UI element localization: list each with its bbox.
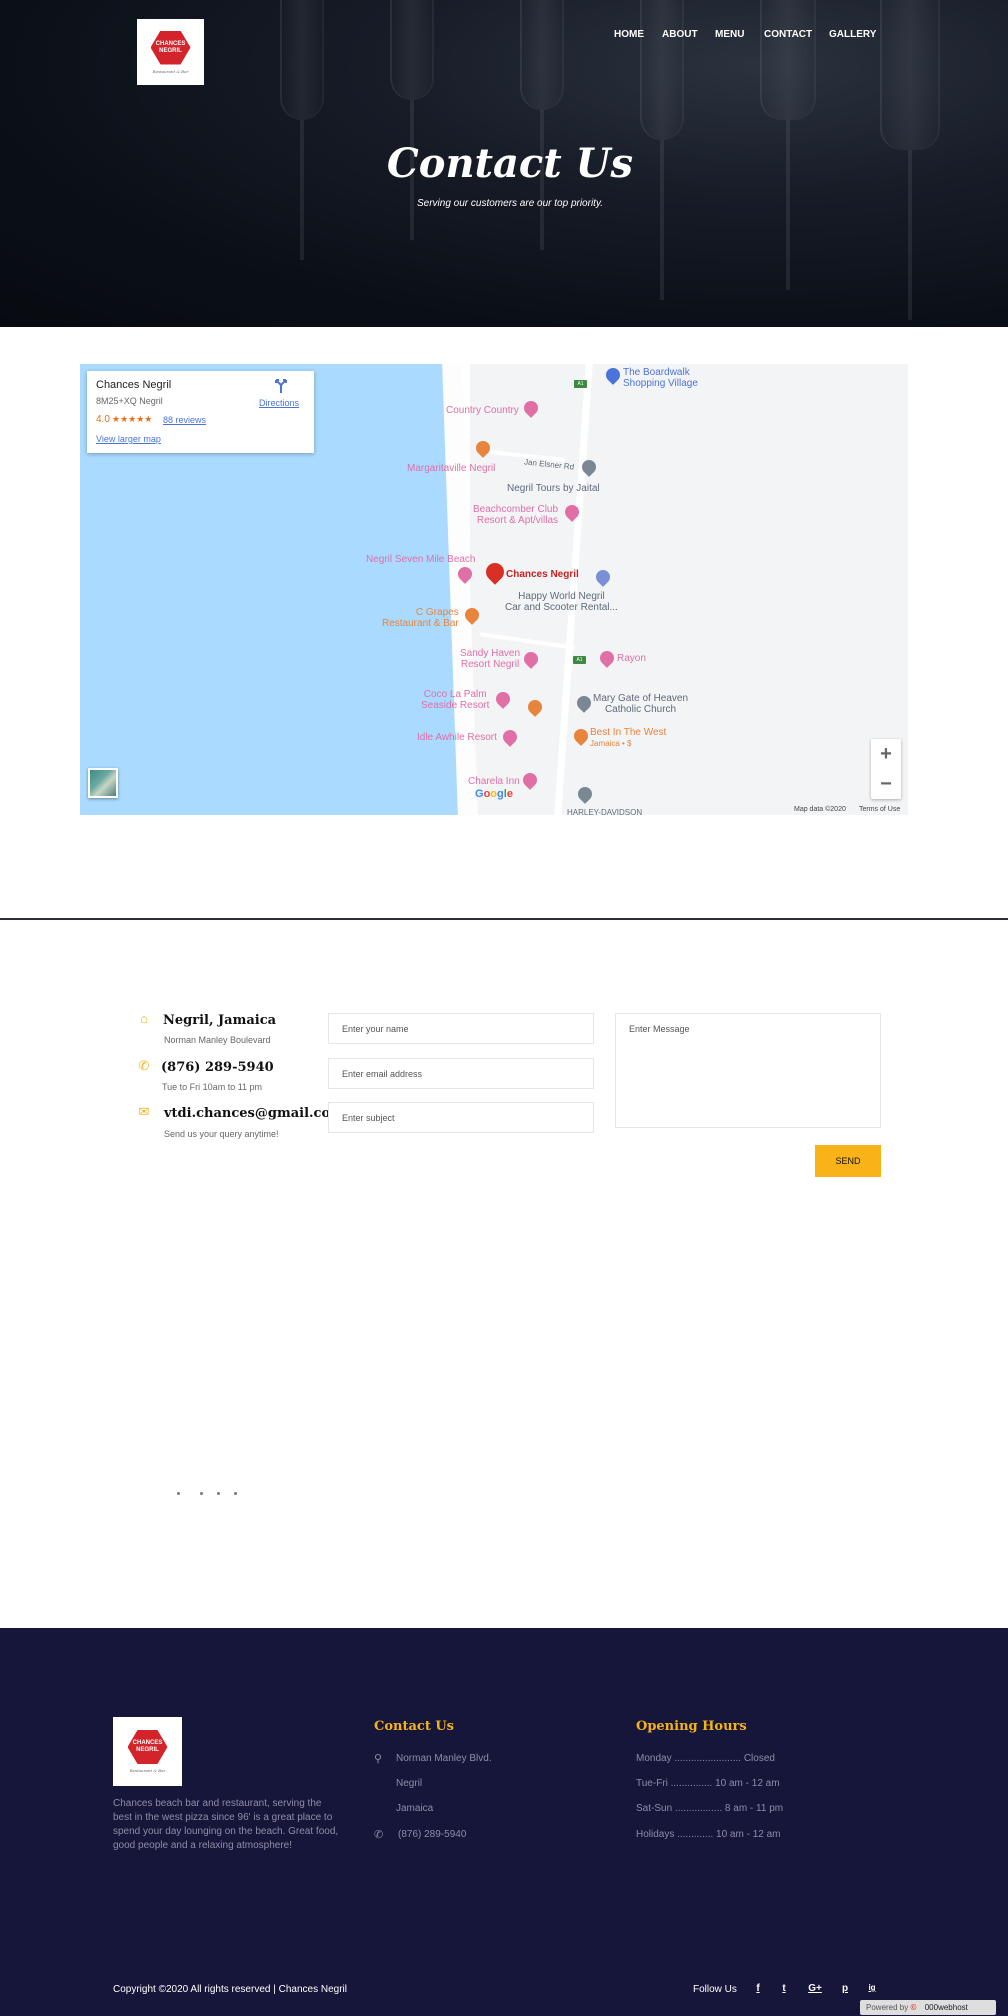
logo-tagline: Restaurant & Bar [129, 1768, 166, 1773]
pinterest-icon[interactable]: p [838, 1983, 852, 1994]
subject-input[interactable]: Enter subject [328, 1102, 594, 1133]
hours-row: Tue-Fri ............... 10 am - 12 am [636, 1778, 780, 1789]
map-label[interactable]: Coco La Palm Seaside Resort [421, 689, 489, 711]
map-label[interactable]: Beachcomber Club Resort & Apt/villas [473, 504, 558, 526]
contact-phone-sub: Tue to Fri 10am to 11 pm [162, 1082, 263, 1092]
host-name: 000webhost [924, 2003, 968, 2012]
powered-by-label: Powered by [866, 2003, 909, 2012]
contact-location-title: Negril, Jamaica [163, 1013, 277, 1028]
footer-phone: (876) 289-5940 [398, 1829, 467, 1840]
google-logo: Google [475, 788, 513, 800]
view-larger-map-link[interactable]: View larger map [96, 434, 161, 444]
terms-link[interactable]: Terms of Use [859, 806, 900, 813]
home-icon: ⌂ [140, 1011, 148, 1026]
map-data-credit: Map data ©2020 [794, 806, 846, 813]
name-input[interactable]: Enter your name [328, 1013, 594, 1044]
section-divider [0, 918, 1008, 920]
map-label[interactable]: The Boardwalk Shopping Village [623, 367, 698, 389]
page-subtitle: Serving our customers are our top priori… [416, 198, 603, 209]
route-badge: A1 [574, 380, 587, 388]
satellite-toggle-button[interactable] [88, 768, 118, 798]
follow-us-label: Follow Us [693, 1984, 737, 1995]
message-textarea[interactable]: Enter Message [615, 1013, 881, 1128]
place-plus-code: 8M25+XQ Negril [96, 396, 163, 406]
decorative-dot [234, 1492, 237, 1495]
map-label[interactable]: Rayon [617, 653, 646, 664]
map-label-price: Jamaica • $ [590, 739, 632, 748]
map-label[interactable]: HARLEY-DAVIDSON [567, 807, 642, 818]
instagram-icon[interactable]: ig [864, 1983, 880, 1992]
logo-mark: CHANCES NEGRIL [127, 1730, 168, 1764]
decorative-dot [200, 1492, 203, 1495]
nav-gallery[interactable]: GALLERY [829, 29, 876, 40]
map-label[interactable]: Best In The West [590, 727, 666, 738]
footer-contact-heading: Contact Us [374, 1719, 454, 1734]
host-logo-icon: © [910, 2003, 917, 2012]
footer-logo[interactable]: CHANCES NEGRIL Restaurant & Bar [113, 1717, 182, 1786]
nav-about[interactable]: ABOUT [662, 29, 698, 40]
mail-icon: ✉ [138, 1104, 150, 1119]
map-label[interactable]: C Grapes Restaurant & Bar [382, 607, 459, 629]
email-input[interactable]: Enter email address [328, 1058, 594, 1089]
map-place-card: Chances Negril 8M25+XQ Negril 4.0 ★★★★★ … [87, 371, 314, 453]
place-name: Chances Negril [96, 379, 172, 391]
rating-stars-icon: ★★★★★ [112, 414, 153, 424]
decorative-dot [177, 1492, 180, 1495]
contact-location-sub: Norman Manley Boulevard [164, 1035, 271, 1045]
map-side-road [480, 632, 575, 650]
directions-link[interactable]: Directions [259, 398, 299, 408]
map-label[interactable]: Negril Tours by Jaital [507, 483, 600, 494]
hours-row: Monday ........................ Closed [636, 1753, 775, 1764]
directions-icon[interactable] [273, 378, 289, 394]
contact-email-sub: Send us your query anytime! [164, 1129, 279, 1139]
powered-by-badge[interactable]: Powered by © 000webhost [860, 2000, 996, 2015]
hours-row: Holidays ............. 10 am - 12 am [636, 1829, 781, 1840]
decorative-dot [217, 1492, 220, 1495]
place-rating: 4.0 [96, 414, 110, 425]
facebook-icon[interactable]: f [751, 1983, 765, 1994]
send-button[interactable]: SEND [815, 1145, 881, 1177]
map-label[interactable]: Margaritaville Negril [407, 463, 495, 474]
map-label[interactable]: Happy World Negril Car and Scooter Renta… [505, 591, 618, 613]
footer-address-line: Negril [396, 1778, 423, 1789]
map-label[interactable]: Country Country [446, 405, 519, 416]
logo-tagline: Restaurant & Bar [152, 68, 189, 74]
phone-icon: ✆ [374, 1829, 384, 1841]
map-label[interactable]: Idle Awhile Resort [417, 732, 497, 743]
phone-icon: ✆ [138, 1058, 150, 1073]
footer-address-line: Jamaica [396, 1803, 434, 1814]
main-nav: HOME ABOUT MENU CONTACT GALLERY [0, 29, 1008, 43]
copyright-text: Copyright ©2020 All rights reserved | Ch… [113, 1984, 347, 1995]
map-label[interactable]: Sandy Haven Resort Negril [460, 648, 520, 670]
map-label[interactable]: Mary Gate of Heaven Catholic Church [593, 693, 688, 715]
footer-hours-heading: Opening Hours [636, 1719, 747, 1734]
footer-about-text: Chances beach bar and restaurant, servin… [113, 1798, 339, 1851]
contact-email-title: vtdi.chances@gmail.com [164, 1106, 344, 1121]
map-label[interactable]: Negril Seven Mile Beach [366, 554, 476, 565]
nav-menu[interactable]: MENU [715, 29, 744, 40]
contact-phone-title: (876) 289-5940 [161, 1060, 274, 1075]
map-zoom-control: + − [871, 739, 901, 799]
google-plus-icon[interactable]: G+ [806, 1983, 824, 1994]
map-highway [554, 364, 593, 815]
page-title: Contact Us [386, 140, 634, 187]
map-label[interactable]: Charela Inn [468, 776, 520, 787]
footer-address-line: Norman Manley Blvd. [396, 1753, 492, 1764]
zoom-out-button[interactable]: − [871, 769, 901, 799]
map-label-selected[interactable]: Chances Negril [506, 569, 579, 580]
twitter-icon[interactable]: t [777, 1983, 791, 1994]
route-badge: A1 [573, 656, 586, 664]
hours-row: Sat-Sun ................. 8 am - 11 pm [636, 1803, 784, 1814]
nav-contact[interactable]: CONTACT [764, 29, 812, 40]
nav-home[interactable]: HOME [614, 29, 644, 40]
map-marker-icon: ⚲ [374, 1753, 383, 1765]
reviews-link[interactable]: 88 reviews [163, 415, 206, 425]
zoom-in-button[interactable]: + [871, 739, 901, 769]
